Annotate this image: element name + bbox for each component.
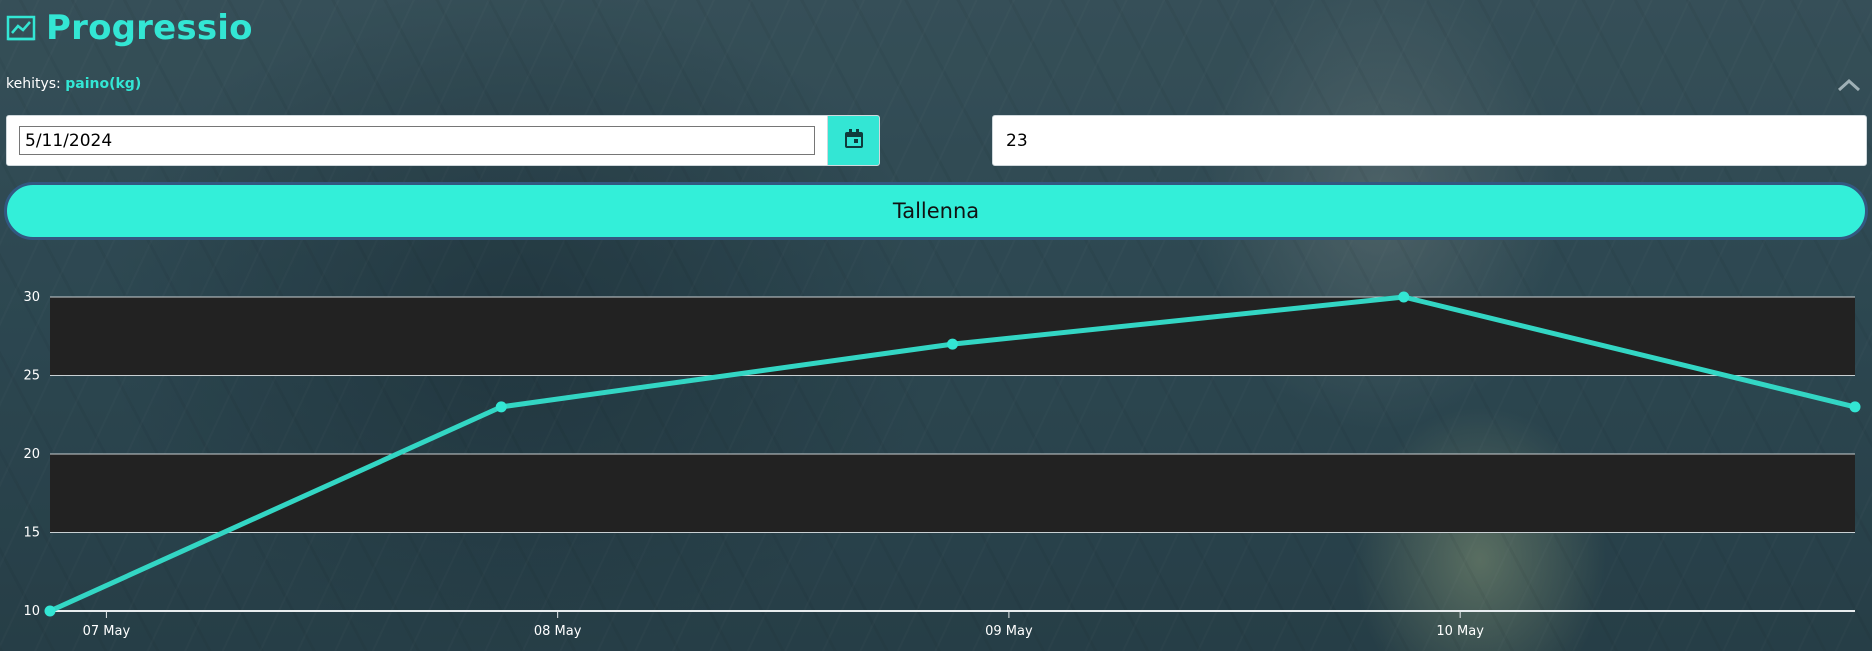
metric-name[interactable]: paino(kg)	[65, 76, 141, 92]
page-title: Progressio	[46, 8, 253, 48]
x-axis: 07 May 08 May 09 May 10 May	[50, 610, 1855, 639]
data-point[interactable]	[947, 338, 958, 350]
x-tick-label: 08 May	[534, 624, 582, 639]
y-tick-label: 30	[23, 290, 40, 305]
metric-prefix: kehitys:	[6, 76, 61, 92]
metric-label: kehitys: paino(kg)	[6, 76, 141, 92]
y-tick-label: 15	[23, 526, 40, 541]
value-input[interactable]	[992, 115, 1867, 166]
data-point[interactable]	[1849, 401, 1861, 413]
save-button[interactable]: Tallenna	[4, 182, 1868, 240]
date-input[interactable]	[19, 126, 815, 155]
calendar-icon	[843, 128, 865, 154]
date-field-wrapper	[7, 116, 827, 165]
data-point[interactable]	[495, 401, 507, 413]
y-tick-label: 10	[23, 604, 40, 619]
x-tick-label: 07 May	[83, 624, 131, 639]
chart-line-icon	[6, 13, 36, 43]
chart-bands	[50, 297, 1855, 533]
y-tick-label: 25	[23, 369, 40, 384]
x-tick-label: 09 May	[985, 624, 1033, 639]
x-tick-label: 10 May	[1436, 624, 1484, 639]
data-point[interactable]	[1398, 291, 1410, 303]
y-tick-label: 20	[23, 447, 40, 462]
chevron-up-icon[interactable]	[1836, 76, 1862, 94]
y-axis-ticks: 10 15 20 25 30	[23, 290, 40, 619]
data-point[interactable]	[44, 605, 56, 617]
page-header: Progressio	[6, 6, 253, 50]
date-picker	[6, 115, 880, 166]
chart-band	[50, 297, 1855, 376]
chart-band	[50, 454, 1855, 533]
calendar-button[interactable]	[827, 116, 879, 165]
progress-chart: 10 15 20 25 30 07 May 08 May 09 May 10 May	[23, 290, 1861, 639]
